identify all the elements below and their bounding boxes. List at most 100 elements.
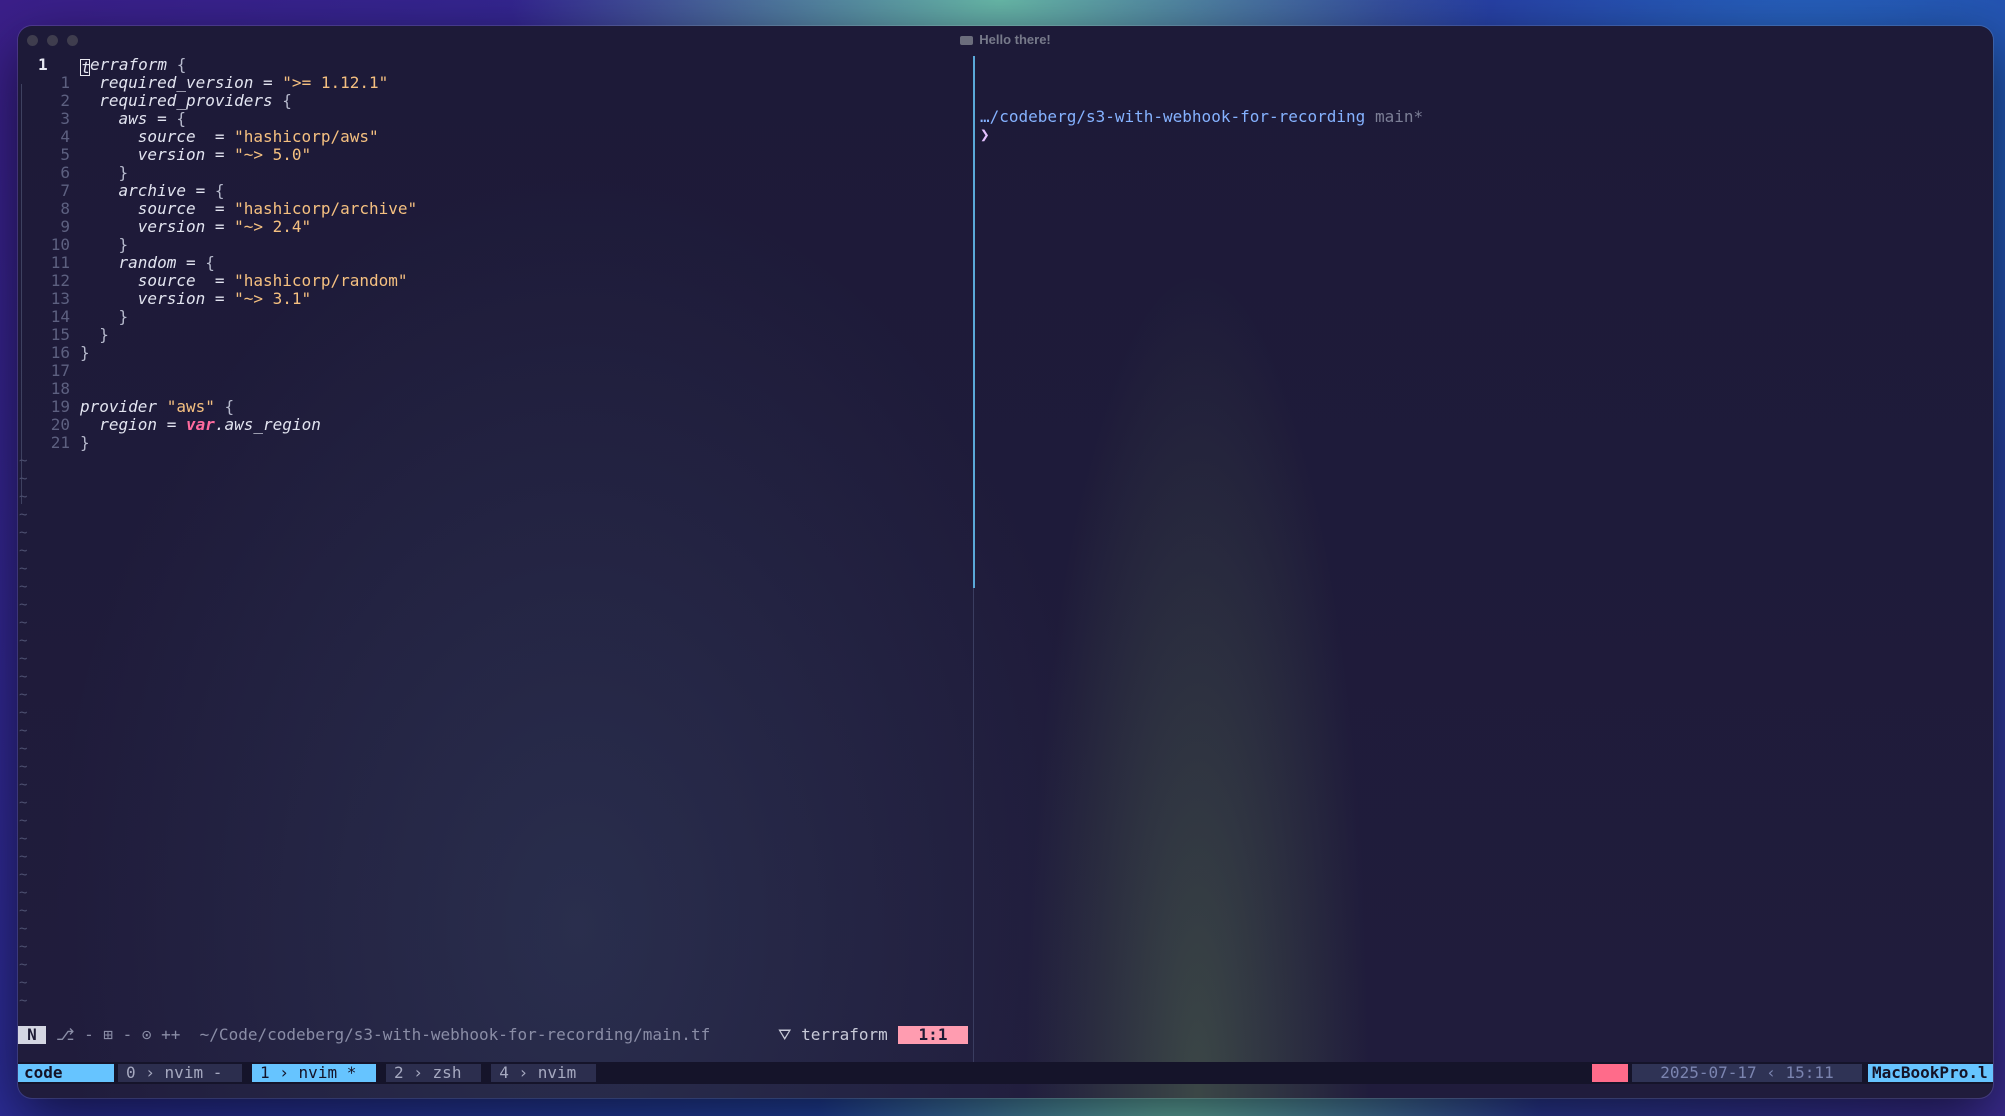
empty-line-marker: ~ <box>19 957 28 973</box>
cursor-position: 1:1 <box>898 1026 968 1044</box>
empty-line-marker: ~ <box>19 705 28 721</box>
line-code: region = var.aws_region <box>80 415 321 434</box>
empty-line-marker: ~ <box>19 723 28 739</box>
line-code: random = { <box>80 253 215 272</box>
line-number: 11 <box>50 253 70 272</box>
empty-line-marker: ~ <box>19 777 28 793</box>
tmux-status-bar: code 2025-07-17 ‹ 15:11 MacBookPro.l 0 ›… <box>18 1062 1993 1084</box>
title-bar: Hello there! <box>18 26 1993 52</box>
empty-line-marker: ~ <box>19 453 28 469</box>
filetype: ⛛ terraform <box>778 1025 888 1044</box>
tmux-window-name: nvim <box>537 1063 577 1082</box>
nvim-statusline: N ⎇ - ⊞ - ⊙ ++ ~/Code/codeberg/s3-with-w… <box>18 1026 973 1044</box>
line-number: 18 <box>50 379 70 398</box>
line-number: 5 <box>60 145 70 164</box>
line-number: 21 <box>50 433 70 452</box>
mode-indicator: N <box>18 1026 46 1044</box>
line-code: } <box>118 163 129 182</box>
pane-divider-active[interactable] <box>973 56 975 588</box>
line-code: version = "~> 2.4" <box>80 217 312 236</box>
window-title: Hello there! <box>18 32 1993 47</box>
time: 15:11 <box>1785 1063 1834 1082</box>
git-branch: main* <box>1374 107 1424 126</box>
chevron-right-icon: › <box>135 1063 165 1082</box>
pane-divider[interactable] <box>973 588 974 1076</box>
empty-line-marker: ~ <box>19 741 28 757</box>
line-number: 16 <box>50 343 70 362</box>
tmux-window-name: zsh <box>432 1063 462 1082</box>
line-code: } <box>99 325 109 344</box>
chevron-right-icon: › <box>403 1063 433 1082</box>
line-number: 4 <box>60 127 70 146</box>
line-number: 3 <box>60 109 70 128</box>
line-number: 7 <box>60 181 70 200</box>
tmux-window-tab[interactable]: 4 › nvim <box>491 1064 596 1082</box>
date: 2025-07-17 <box>1660 1063 1757 1082</box>
line-code: version = "~> 5.0" <box>80 145 312 164</box>
line-number: 20 <box>50 415 70 434</box>
tmux-session[interactable]: code <box>18 1064 114 1082</box>
line-code: aws = { <box>80 109 186 128</box>
empty-line-marker: ~ <box>19 543 28 559</box>
line-code: } <box>118 235 129 254</box>
tmux-window-tab[interactable]: 0 › nvim - <box>118 1064 242 1082</box>
shell-prompt[interactable]: ❯ <box>980 125 990 144</box>
empty-line-marker: ~ <box>19 795 28 811</box>
empty-line-marker: ~ <box>19 579 28 595</box>
line-code: } <box>80 343 90 362</box>
date-time: 2025-07-17 ‹ 15:11 <box>1632 1064 1862 1082</box>
file-path: ⎇ - ⊞ - ⊙ ++ ~/Code/codeberg/s3-with-web… <box>56 1025 711 1044</box>
chevron-right-icon: › <box>269 1063 299 1082</box>
empty-line-marker: ~ <box>19 849 28 865</box>
shell-path: …/codeberg/s3-with-webhook-for-recording <box>980 107 1366 126</box>
tmux-window-index: 0 <box>126 1063 136 1082</box>
folder-icon <box>960 36 974 45</box>
empty-line-marker: ~ <box>19 561 28 577</box>
line-number: 9 <box>60 217 70 236</box>
line-number: 6 <box>60 163 70 182</box>
tmux-window-name: nvim - <box>164 1063 223 1082</box>
line-number: 1 <box>60 73 70 92</box>
line-code: source = "hashicorp/archive" <box>80 199 418 218</box>
empty-line-marker: ~ <box>19 525 28 541</box>
tmux-window-tab[interactable]: 2 › zsh <box>386 1063 482 1082</box>
tmux-window-tab[interactable]: 1 › nvim * <box>252 1064 376 1082</box>
terminal-window: Hello there! 1 terraform {1 required_vers… <box>18 26 1993 1098</box>
empty-line-marker: ~ <box>19 921 28 937</box>
empty-line-marker: ~ <box>19 885 28 901</box>
line-code: archive = { <box>80 181 225 200</box>
empty-line-marker: ~ <box>19 633 28 649</box>
line-number: 19 <box>50 397 70 416</box>
line-number: 10 <box>50 235 70 254</box>
nvim-editor-pane[interactable]: 1 terraform {1 required_version = ">= 1.1… <box>18 56 973 1042</box>
session-name: code <box>24 1063 63 1082</box>
empty-line-marker: ~ <box>19 993 28 1009</box>
empty-line-marker: ~ <box>19 939 28 955</box>
empty-line-marker: ~ <box>19 507 28 523</box>
hostname: MacBookPro.l <box>1868 1064 1993 1082</box>
line-number: 2 <box>60 91 70 110</box>
empty-line-marker: ~ <box>19 831 28 847</box>
empty-line-marker: ~ <box>19 867 28 883</box>
tmux-window-name: nvim * <box>298 1063 357 1082</box>
prefix-indicator <box>1592 1064 1628 1082</box>
empty-line-marker: ~ <box>19 975 28 991</box>
window-title-text: Hello there! <box>979 32 1051 47</box>
line-code: } <box>80 433 90 452</box>
tmux-window-index: 2 <box>394 1063 404 1082</box>
empty-line-marker: ~ <box>19 903 28 919</box>
empty-line-marker: ~ <box>19 651 28 667</box>
empty-line-marker: ~ <box>19 759 28 775</box>
chevron-right-icon: › <box>508 1063 538 1082</box>
empty-line-marker: ~ <box>19 615 28 631</box>
line-number: 17 <box>50 361 70 380</box>
line-code: required_providers { <box>80 91 292 110</box>
line-code: provider "aws" { <box>80 397 235 416</box>
line-code: } <box>118 307 129 326</box>
zsh-pane[interactable]: …/codeberg/s3-with-webhook-for-recording… <box>980 108 1423 144</box>
line-number: 15 <box>50 325 70 344</box>
line-code: source = "hashicorp/aws" <box>80 127 379 146</box>
empty-line-marker: ~ <box>19 489 28 505</box>
empty-line-marker: ~ <box>19 813 28 829</box>
line-number: 13 <box>50 289 70 308</box>
